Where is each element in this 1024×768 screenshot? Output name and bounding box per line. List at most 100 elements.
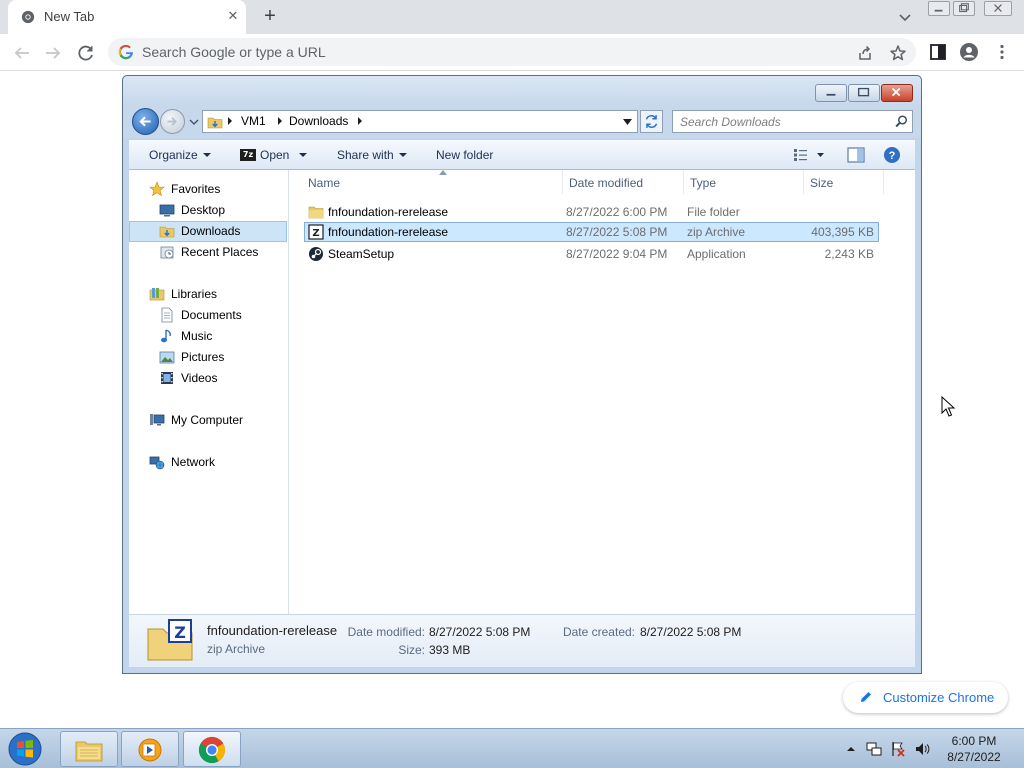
clock-date[interactable]: 8/27/2022 — [938, 750, 1010, 764]
breadcrumb-downloads[interactable]: Downloads — [289, 114, 348, 128]
libraries-icon — [149, 288, 165, 301]
refresh-button[interactable] — [640, 110, 663, 133]
show-hidden-icons-icon[interactable] — [843, 741, 859, 757]
file-type: Application — [687, 247, 746, 261]
explorer-window: VM1 Downloads Search Downloads Organize … — [122, 75, 922, 674]
tab-title: New Tab — [44, 9, 95, 24]
videos-filmstrip-icon — [161, 372, 173, 384]
sort-ascending-icon — [439, 170, 447, 175]
preview-pane-icon[interactable] — [847, 147, 865, 163]
file-row[interactable]: SteamSetup 8/27/2022 9:04 PM Application… — [304, 244, 879, 264]
forward-arrow-icon[interactable] — [40, 40, 66, 66]
explorer-body: Favorites Desktop Downloads Recent Place… — [129, 170, 915, 614]
tab-search-chevron-icon[interactable] — [894, 6, 916, 28]
side-panel-icon[interactable] — [928, 42, 948, 62]
explorer-forward-button[interactable] — [160, 109, 185, 134]
nav-network-label: Network — [171, 455, 216, 469]
nav-desktop-label: Desktop — [181, 203, 226, 217]
help-icon[interactable]: ? — [883, 146, 901, 164]
search-icon[interactable] — [895, 115, 908, 128]
nav-documents[interactable]: Documents — [129, 305, 287, 326]
nav-music[interactable]: Music — [129, 326, 287, 347]
tab-close-icon[interactable]: ✕ — [224, 7, 242, 25]
new-tab-button[interactable]: + — [258, 5, 282, 29]
details-size-label: Size: — [398, 643, 425, 657]
computer-icon — [150, 414, 165, 426]
nav-recent-places[interactable]: Recent Places — [129, 242, 287, 263]
address-dropdown-icon[interactable] — [623, 119, 632, 125]
address-bar[interactable]: VM1 Downloads — [202, 110, 638, 133]
explorer-command-bar: Organize 7z Open Share with New folder ? — [129, 139, 915, 170]
kebab-menu-icon[interactable] — [992, 42, 1012, 62]
downloads-folder-icon — [159, 226, 175, 238]
nav-libraries[interactable]: Libraries — [129, 284, 287, 305]
breadcrumb-vm1[interactable]: VM1 — [241, 114, 266, 128]
taskbar-explorer-button[interactable] — [60, 731, 118, 767]
minimize-button[interactable] — [928, 1, 950, 16]
file-name: SteamSetup — [328, 247, 395, 261]
svg-text:Z: Z — [174, 623, 186, 642]
navigation-pane: Favorites Desktop Downloads Recent Place… — [129, 170, 289, 614]
column-header-name[interactable]: Name — [302, 170, 563, 194]
close-button[interactable] — [984, 1, 1012, 16]
nav-favorites[interactable]: Favorites — [129, 179, 287, 200]
details-date-created-label: Date created: — [562, 625, 635, 639]
explorer-back-button[interactable] — [132, 108, 159, 135]
breadcrumb-arrow-icon[interactable] — [357, 116, 363, 126]
tab-new-tab[interactable]: New Tab ✕ — [8, 0, 246, 34]
action-center-flag-icon[interactable] — [890, 741, 906, 757]
file-list-pane: Name Date modified Type Size fnfoundatio… — [290, 170, 915, 614]
organize-label: Organize — [149, 148, 198, 162]
network-tray-icon[interactable] — [866, 741, 882, 757]
nav-pictures[interactable]: Pictures — [129, 347, 287, 368]
media-player-icon — [138, 738, 162, 762]
profile-avatar-icon[interactable] — [959, 42, 979, 62]
share-icon[interactable] — [856, 44, 874, 62]
column-header-name-label: Name — [308, 176, 341, 190]
explorer-minimize-button[interactable] — [815, 84, 847, 102]
file-row-selected[interactable]: Z fnfoundation-rerelease 8/27/2022 5:08 … — [304, 222, 879, 242]
steam-icon — [309, 247, 323, 261]
nav-videos[interactable]: Videos — [129, 368, 287, 389]
network-globe-icon — [149, 456, 165, 470]
bookmark-star-icon[interactable] — [889, 44, 907, 62]
file-type: File folder — [687, 205, 740, 219]
file-size: 403,395 KB — [811, 225, 874, 239]
new-folder-button[interactable]: New folder — [436, 148, 493, 162]
recent-pages-dropdown-icon[interactable] — [189, 118, 199, 126]
breadcrumb-arrow-icon[interactable] — [277, 116, 283, 126]
column-header-date-modified[interactable]: Date modified — [563, 170, 684, 194]
column-header-size[interactable]: Size — [804, 170, 884, 194]
file-name: fnfoundation-rerelease — [328, 205, 449, 219]
explorer-close-button[interactable] — [881, 84, 913, 102]
star-icon — [149, 181, 165, 197]
omnibox[interactable]: Search Google or type a URL — [108, 38, 916, 66]
taskbar-media-player-button[interactable] — [121, 731, 179, 767]
column-header-type[interactable]: Type — [684, 170, 804, 194]
nav-my-computer[interactable]: My Computer — [129, 410, 287, 431]
change-view-icon[interactable] — [793, 148, 827, 162]
nav-libraries-label: Libraries — [171, 287, 218, 301]
explorer-maximize-button[interactable] — [848, 84, 880, 102]
open-menu-button[interactable]: Open — [260, 148, 308, 162]
file-row[interactable]: fnfoundation-rerelease 8/27/2022 6:00 PM… — [304, 202, 879, 222]
clock-time[interactable]: 6:00 PM — [944, 734, 1004, 748]
restore-button[interactable] — [953, 1, 975, 16]
search-downloads-placeholder: Search Downloads — [680, 115, 781, 129]
customize-chrome-button[interactable]: Customize Chrome — [843, 682, 1008, 713]
search-downloads-input[interactable]: Search Downloads — [672, 110, 913, 133]
nav-network[interactable]: Network — [129, 452, 287, 473]
details-file-name: fnfoundation-rerelease — [207, 623, 338, 638]
breadcrumb-arrow-icon[interactable] — [227, 116, 233, 126]
volume-speaker-icon[interactable] — [914, 741, 930, 757]
nav-downloads[interactable]: Downloads — [129, 221, 287, 242]
nav-desktop[interactable]: Desktop — [129, 200, 287, 221]
organize-menu-button[interactable]: Organize — [149, 148, 211, 162]
file-size: 2,243 KB — [824, 247, 874, 261]
taskbar-chrome-button[interactable] — [183, 731, 241, 767]
back-arrow-icon[interactable] — [9, 40, 35, 66]
reload-icon[interactable] — [73, 40, 99, 66]
share-with-menu-button[interactable]: Share with — [337, 148, 407, 162]
customize-chrome-label: Customize Chrome — [883, 690, 995, 705]
windows-start-orb-icon[interactable] — [6, 731, 44, 767]
